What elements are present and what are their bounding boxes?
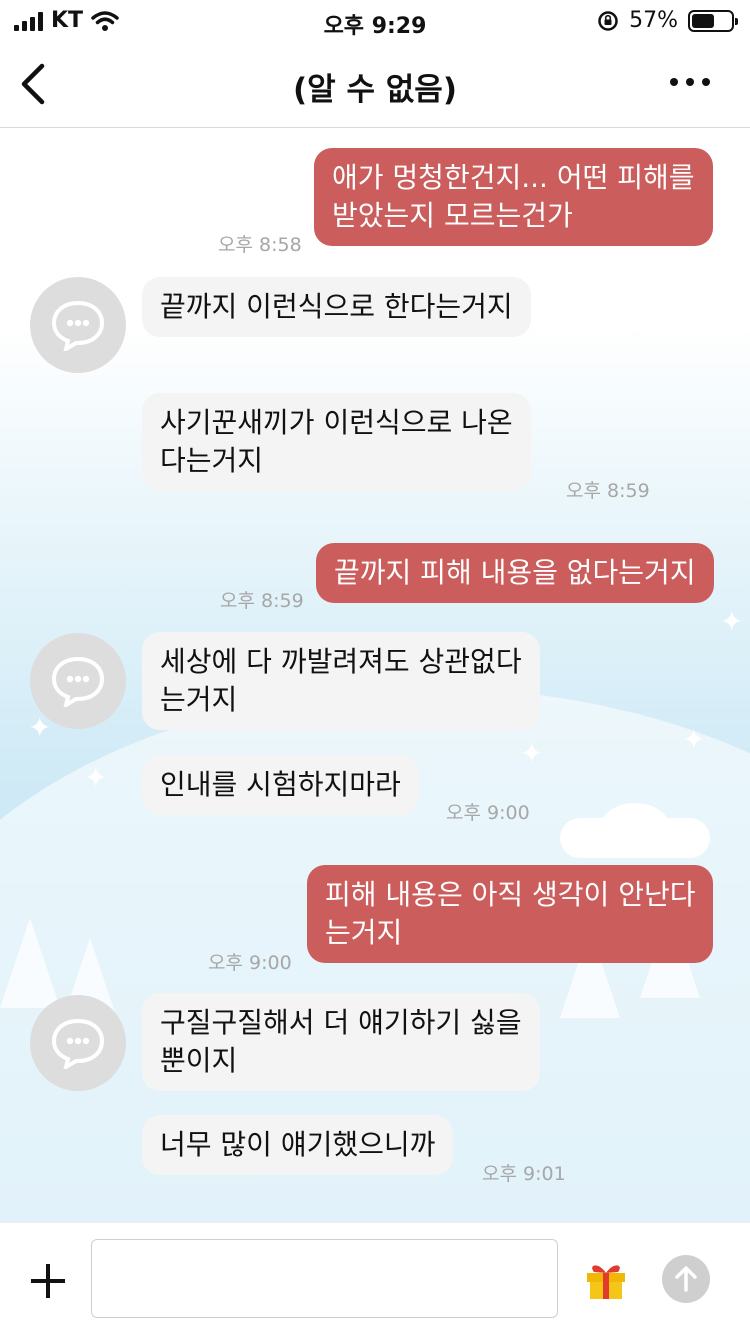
- status-bar: KT 오후 9:29 57%: [0, 0, 750, 42]
- message-timestamp: 오후 8:58: [218, 234, 302, 256]
- chat-title: (알 수 없음): [292, 72, 457, 108]
- outgoing-message[interactable]: 끝까지 피해 내용을 없다는거지: [316, 543, 714, 603]
- status-right: 57%: [597, 8, 738, 33]
- battery-fill: [692, 13, 714, 28]
- message-text-line: 끝까지 피해 내용을 없다는거지: [334, 556, 696, 589]
- chat-header: (알 수 없음): [0, 42, 750, 128]
- incoming-message[interactable]: 세상에 다 까발려져도 상관없다는거지: [142, 632, 540, 730]
- message-text-line: 세상에 다 까발려져도 상관없다: [160, 645, 522, 678]
- message-text-line: 는거지: [160, 683, 238, 716]
- input-bar: [0, 1222, 750, 1334]
- message-timestamp: 오후 8:59: [220, 590, 304, 612]
- message-text-line: 는거지: [325, 916, 403, 949]
- plus-icon[interactable]: [28, 1261, 68, 1301]
- more-dots-icon[interactable]: [670, 78, 710, 86]
- message-timestamp: 오후 8:59: [566, 480, 650, 502]
- default-avatar-icon[interactable]: [30, 277, 126, 373]
- gift-icon[interactable]: [584, 1257, 628, 1301]
- message-text-line: 구질구질해서 더 얘기하기 싫을: [160, 1006, 522, 1039]
- message-text-line: 사기꾼새끼가 이런식으로 나온: [160, 406, 513, 439]
- message-text-line: 뿐이지: [160, 1044, 238, 1077]
- message-timestamp: 오후 9:00: [208, 952, 292, 974]
- battery-icon: [688, 9, 738, 32]
- default-avatar-icon[interactable]: [30, 633, 126, 729]
- message-text-line: 피해 내용은 아직 생각이 안난다: [325, 878, 696, 911]
- message-timestamp: 오후 9:00: [446, 802, 530, 824]
- message-text-line: 애가 멍청한건지... 어떤 피해를: [332, 161, 695, 194]
- message-text-line: 다는거지: [160, 444, 264, 477]
- arrow-up-icon: [675, 1266, 697, 1292]
- incoming-message[interactable]: 인내를 시험하지마라: [142, 755, 419, 815]
- send-arrow-icon[interactable]: [662, 1255, 710, 1303]
- message-timestamp: 오후 9:01: [482, 1163, 566, 1185]
- outgoing-message[interactable]: 피해 내용은 아직 생각이 안난다는거지: [307, 865, 714, 963]
- battery-percent: 57%: [629, 8, 678, 33]
- incoming-message[interactable]: 끝까지 이런식으로 한다는거지: [142, 277, 531, 337]
- outgoing-message[interactable]: 애가 멍청한건지... 어떤 피해를받았는지 모르는건가: [314, 148, 713, 246]
- message-text-line: 인내를 시험하지마라: [160, 768, 401, 801]
- message-text-line: 끝까지 이런식으로 한다는거지: [160, 290, 513, 323]
- orientation-lock-icon: [598, 10, 618, 31]
- incoming-message[interactable]: 구질구질해서 더 얘기하기 싫을뿐이지: [142, 993, 540, 1091]
- message-input[interactable]: [91, 1239, 558, 1318]
- incoming-message[interactable]: 너무 많이 얘기했으니까: [142, 1115, 454, 1175]
- message-text-line: 받았는지 모르는건가: [332, 199, 573, 232]
- default-avatar-icon[interactable]: [30, 995, 126, 1091]
- incoming-message[interactable]: 사기꾼새끼가 이런식으로 나온다는거지: [142, 393, 531, 491]
- message-text-line: 너무 많이 얘기했으니까: [160, 1128, 436, 1161]
